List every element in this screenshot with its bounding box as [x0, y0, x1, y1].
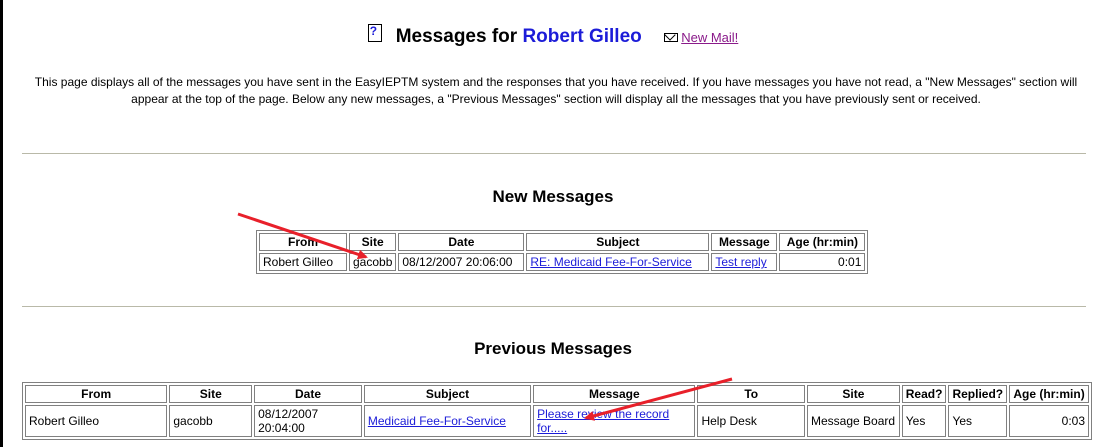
- column-header-age: Age (hr:min): [1009, 385, 1089, 403]
- new-mail-link[interactable]: New Mail!: [681, 30, 738, 45]
- cell-site: gacobb: [169, 405, 253, 437]
- column-header-site: Site: [349, 233, 397, 251]
- table-row: Robert Gilleo gacobb 08/12/2007 20:06:00…: [259, 253, 866, 271]
- message-link[interactable]: Test reply: [715, 255, 766, 269]
- subject-link[interactable]: RE: Medicaid Fee-For-Service: [530, 255, 691, 269]
- cell-to: Help Desk: [697, 405, 805, 437]
- cell-from: Robert Gilleo: [259, 253, 347, 271]
- column-header-message: Message: [711, 233, 778, 251]
- column-header-message: Message: [533, 385, 696, 403]
- column-header-to: To: [697, 385, 805, 403]
- previous-messages-title: Previous Messages: [474, 339, 632, 358]
- cell-from: Robert Gilleo: [25, 405, 168, 437]
- intro-text: This page displays all of the messages y…: [34, 75, 1078, 106]
- column-header-site: Site: [169, 385, 253, 403]
- cell-message: Test reply: [711, 253, 778, 271]
- cell-site: gacobb: [349, 253, 397, 271]
- new-messages-title: New Messages: [492, 187, 614, 206]
- column-header-from: From: [25, 385, 168, 403]
- divider: [22, 306, 1086, 308]
- column-header-read: Read?: [901, 385, 947, 403]
- cell-subject: Medicaid Fee-For-Service: [363, 405, 532, 437]
- previous-messages-table: From Site Date Subject Message To Site R…: [22, 382, 1092, 440]
- table-header-row: From Site Date Subject Message To Site R…: [25, 385, 1089, 403]
- column-header-subject: Subject: [526, 233, 710, 251]
- page-header: Messages for Robert Gilleo New Mail!: [0, 24, 1106, 48]
- table-header-row: From Site Date Subject Message Age (hr:m…: [259, 233, 866, 251]
- cell-date: 08/12/2007 20:04:00: [254, 405, 362, 437]
- table-row: Robert Gilleo gacobb 08/12/2007 20:04:00…: [25, 405, 1089, 437]
- envelope-icon: [664, 32, 679, 42]
- column-header-date: Date: [398, 233, 525, 251]
- new-messages-table: From Site Date Subject Message Age (hr:m…: [256, 230, 869, 274]
- page-frame: [0, 0, 1106, 447]
- cell-subject: RE: Medicaid Fee-For-Service: [526, 253, 710, 271]
- column-header-subject: Subject: [363, 385, 532, 403]
- cell-replied: Yes: [948, 405, 1008, 437]
- page-title: Messages for Robert Gilleo: [395, 26, 642, 47]
- column-header-to-site: Site: [807, 385, 900, 403]
- help-document-icon[interactable]: [367, 24, 382, 42]
- column-header-date: Date: [254, 385, 362, 403]
- cell-message: Please review the record for.....: [533, 405, 696, 437]
- column-header-replied: Replied?: [948, 385, 1008, 403]
- new-mail-link-wrapper: New Mail!: [664, 30, 738, 45]
- subject-link[interactable]: Medicaid Fee-For-Service: [368, 414, 506, 428]
- cell-date: 08/12/2007 20:06:00: [398, 253, 525, 271]
- cell-age: 0:01: [779, 253, 866, 271]
- user-name: Robert Gilleo: [522, 26, 642, 47]
- column-header-from: From: [259, 233, 347, 251]
- cell-age: 0:03: [1009, 405, 1089, 437]
- cell-read: Yes: [901, 405, 947, 437]
- cell-to-site: Message Board: [807, 405, 900, 437]
- divider: [22, 153, 1086, 155]
- column-header-age: Age (hr:min): [779, 233, 866, 251]
- message-link[interactable]: Please review the record for.....: [537, 407, 669, 435]
